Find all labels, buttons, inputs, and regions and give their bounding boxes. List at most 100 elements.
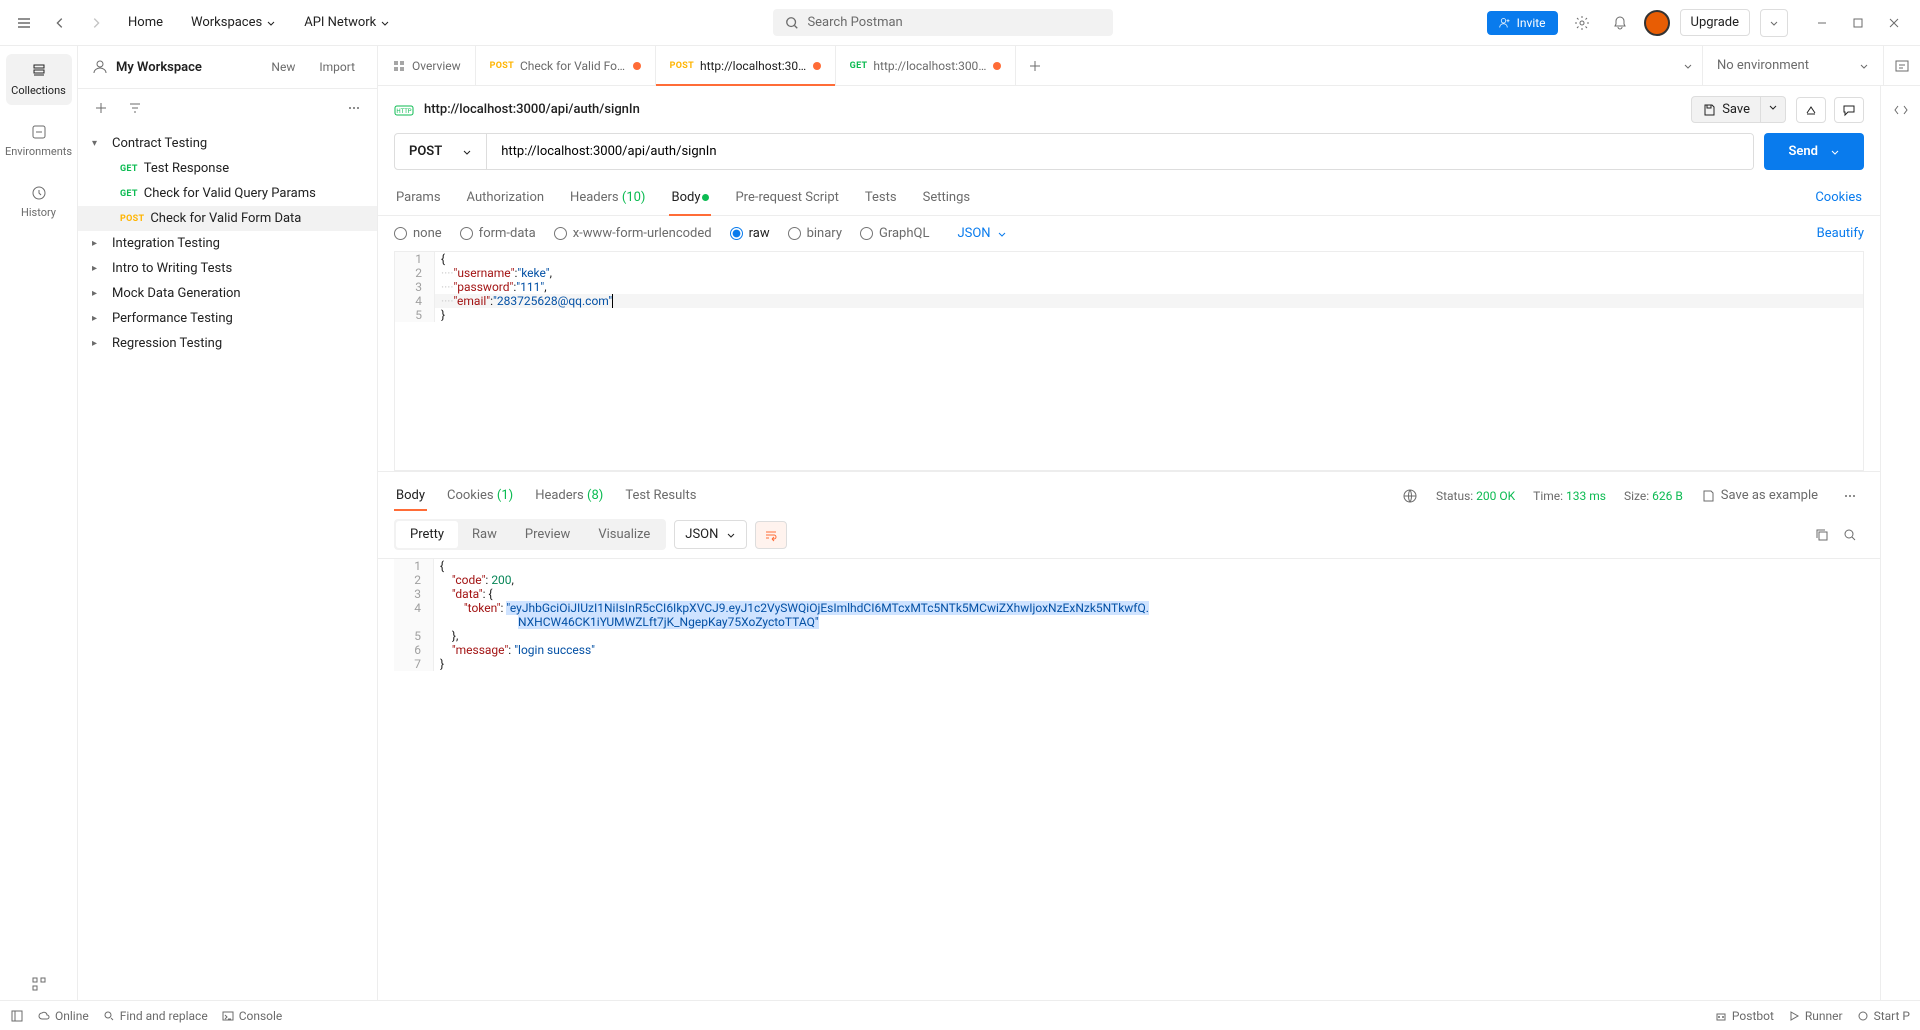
folder-contract-testing[interactable]: ▾ Contract Testing — [78, 131, 377, 156]
avatar[interactable] — [1644, 10, 1670, 36]
add-icon[interactable] — [88, 95, 114, 121]
tab-request[interactable]: GET http://localhost:3000/ap — [836, 46, 1016, 85]
more-icon[interactable] — [1836, 482, 1864, 510]
tab-request[interactable]: POST Check for Valid Form D — [476, 46, 656, 85]
settings-icon[interactable] — [1568, 9, 1596, 37]
tab-authorization[interactable]: Authorization — [465, 180, 547, 215]
save-dropdown[interactable] — [1761, 96, 1786, 123]
minimize-icon[interactable] — [1806, 9, 1838, 37]
view-raw[interactable]: Raw — [458, 521, 511, 548]
copy-icon[interactable] — [1808, 521, 1836, 549]
online-status[interactable]: Online — [38, 1009, 89, 1023]
resp-tab-tests[interactable]: Test Results — [623, 480, 698, 511]
search-input[interactable]: Search Postman — [773, 9, 1113, 36]
tab-headers[interactable]: Headers (10) — [568, 180, 647, 215]
method-badge: GET — [120, 164, 138, 174]
chevron-right-icon: ▸ — [92, 338, 106, 349]
folder-row[interactable]: ▸Intro to Writing Tests — [78, 256, 377, 281]
request-title: http://localhost:3000/api/auth/signIn — [424, 102, 640, 117]
upgrade-chevron-icon[interactable] — [1760, 9, 1788, 37]
tree-item[interactable]: GET Test Response — [78, 156, 377, 181]
http-icon: HTTP — [394, 102, 414, 118]
resp-tab-body[interactable]: Body — [394, 480, 427, 511]
raw-format-select[interactable]: JSON — [957, 226, 1006, 241]
rail-collections[interactable]: Collections — [6, 54, 72, 105]
wrap-lines-icon[interactable] — [755, 521, 787, 549]
comment-icon[interactable] — [1834, 97, 1864, 123]
rail-environments[interactable]: Environments — [6, 115, 72, 166]
tab-settings[interactable]: Settings — [921, 180, 972, 215]
filter-icon[interactable] — [122, 95, 148, 121]
more-icon[interactable] — [341, 95, 367, 121]
tree-item[interactable]: POST Check for Valid Form Data — [78, 206, 377, 231]
view-visualize[interactable]: Visualize — [584, 521, 664, 548]
save-button[interactable]: Save — [1691, 96, 1761, 123]
menu-icon[interactable] — [10, 9, 38, 37]
body-type-graphql[interactable]: GraphQL — [860, 226, 929, 241]
response-format-select[interactable]: JSON — [674, 520, 747, 549]
code-icon[interactable] — [1887, 96, 1915, 124]
postbot-button[interactable]: Postbot — [1715, 1009, 1774, 1023]
save-as-example-button[interactable]: Save as example — [1701, 488, 1818, 503]
add-tab-button[interactable] — [1016, 59, 1054, 73]
environments-icon — [30, 123, 48, 141]
invite-button[interactable]: Invite — [1487, 11, 1558, 35]
history-icon — [30, 184, 48, 202]
runner-button[interactable]: Runner — [1788, 1009, 1843, 1023]
import-button[interactable]: Import — [311, 56, 363, 78]
sidebar-toggle-icon[interactable] — [10, 1009, 24, 1023]
upgrade-button[interactable]: Upgrade — [1680, 9, 1750, 36]
folder-row[interactable]: ▸Regression Testing — [78, 331, 377, 356]
workspaces-link[interactable]: Workspaces — [181, 9, 286, 36]
folder-row[interactable]: ▸Integration Testing — [78, 231, 377, 256]
folder-row[interactable]: ▸Performance Testing — [78, 306, 377, 331]
body-type-formdata[interactable]: form-data — [460, 226, 536, 241]
search-icon — [103, 1010, 115, 1022]
search-icon[interactable] — [1836, 521, 1864, 549]
forward-icon[interactable] — [82, 9, 110, 37]
tree-item[interactable]: GET Check for Valid Query Params — [78, 181, 377, 206]
resp-tab-cookies[interactable]: Cookies (1) — [445, 480, 515, 511]
send-button[interactable]: Send — [1764, 133, 1864, 170]
tab-body[interactable]: Body — [669, 180, 711, 215]
share-icon[interactable] — [1796, 97, 1826, 123]
body-type-binary[interactable]: binary — [788, 226, 842, 241]
start-proxy-button[interactable]: Start P — [1857, 1009, 1910, 1023]
tab-overview[interactable]: Overview — [378, 46, 476, 85]
new-button[interactable]: New — [263, 56, 303, 78]
view-preview[interactable]: Preview — [511, 521, 584, 548]
body-type-raw[interactable]: raw — [730, 226, 770, 241]
back-icon[interactable] — [46, 9, 74, 37]
rail-configure[interactable] — [6, 968, 72, 1000]
body-editor[interactable]: 1{ 2····"username":"keke", 3····"passwor… — [394, 251, 1864, 471]
maximize-icon[interactable] — [1842, 9, 1874, 37]
globe-icon[interactable] — [1402, 488, 1418, 504]
url-input[interactable] — [487, 134, 1753, 169]
tabs-chevron-icon[interactable] — [1674, 52, 1702, 80]
beautify-button[interactable]: Beautify — [1817, 226, 1864, 241]
cookies-link[interactable]: Cookies — [1813, 180, 1864, 215]
left-rail: Collections Environments History — [0, 46, 78, 1000]
home-link[interactable]: Home — [118, 9, 173, 36]
dirty-indicator — [993, 62, 1001, 70]
tab-prerequest[interactable]: Pre-request Script — [733, 180, 840, 215]
method-select[interactable]: POST — [395, 134, 487, 169]
console-button[interactable]: Console — [222, 1009, 283, 1023]
environment-select[interactable]: No environment — [1702, 46, 1883, 85]
close-icon[interactable] — [1878, 9, 1910, 37]
resp-tab-headers[interactable]: Headers (8) — [533, 480, 605, 511]
tab-request[interactable]: POST http://localhost:3000/a — [656, 46, 836, 85]
environment-quicklook-icon[interactable] — [1883, 46, 1920, 85]
view-pretty[interactable]: Pretty — [396, 521, 458, 548]
rail-history[interactable]: History — [6, 176, 72, 227]
bell-icon[interactable] — [1606, 9, 1634, 37]
response-body[interactable]: 1{ 2 "code": 200, 3 "data": { 4 "token":… — [394, 559, 1864, 992]
tab-params[interactable]: Params — [394, 180, 443, 215]
body-type-none[interactable]: none — [394, 226, 442, 241]
folder-row[interactable]: ▸Mock Data Generation — [78, 281, 377, 306]
api-network-link[interactable]: API Network — [294, 9, 400, 36]
find-replace[interactable]: Find and replace — [103, 1009, 208, 1023]
body-type-xwww[interactable]: x-www-form-urlencoded — [554, 226, 712, 241]
response-tabs: Body Cookies (1) Headers (8) Test Result… — [378, 471, 1880, 511]
tab-tests[interactable]: Tests — [863, 180, 899, 215]
